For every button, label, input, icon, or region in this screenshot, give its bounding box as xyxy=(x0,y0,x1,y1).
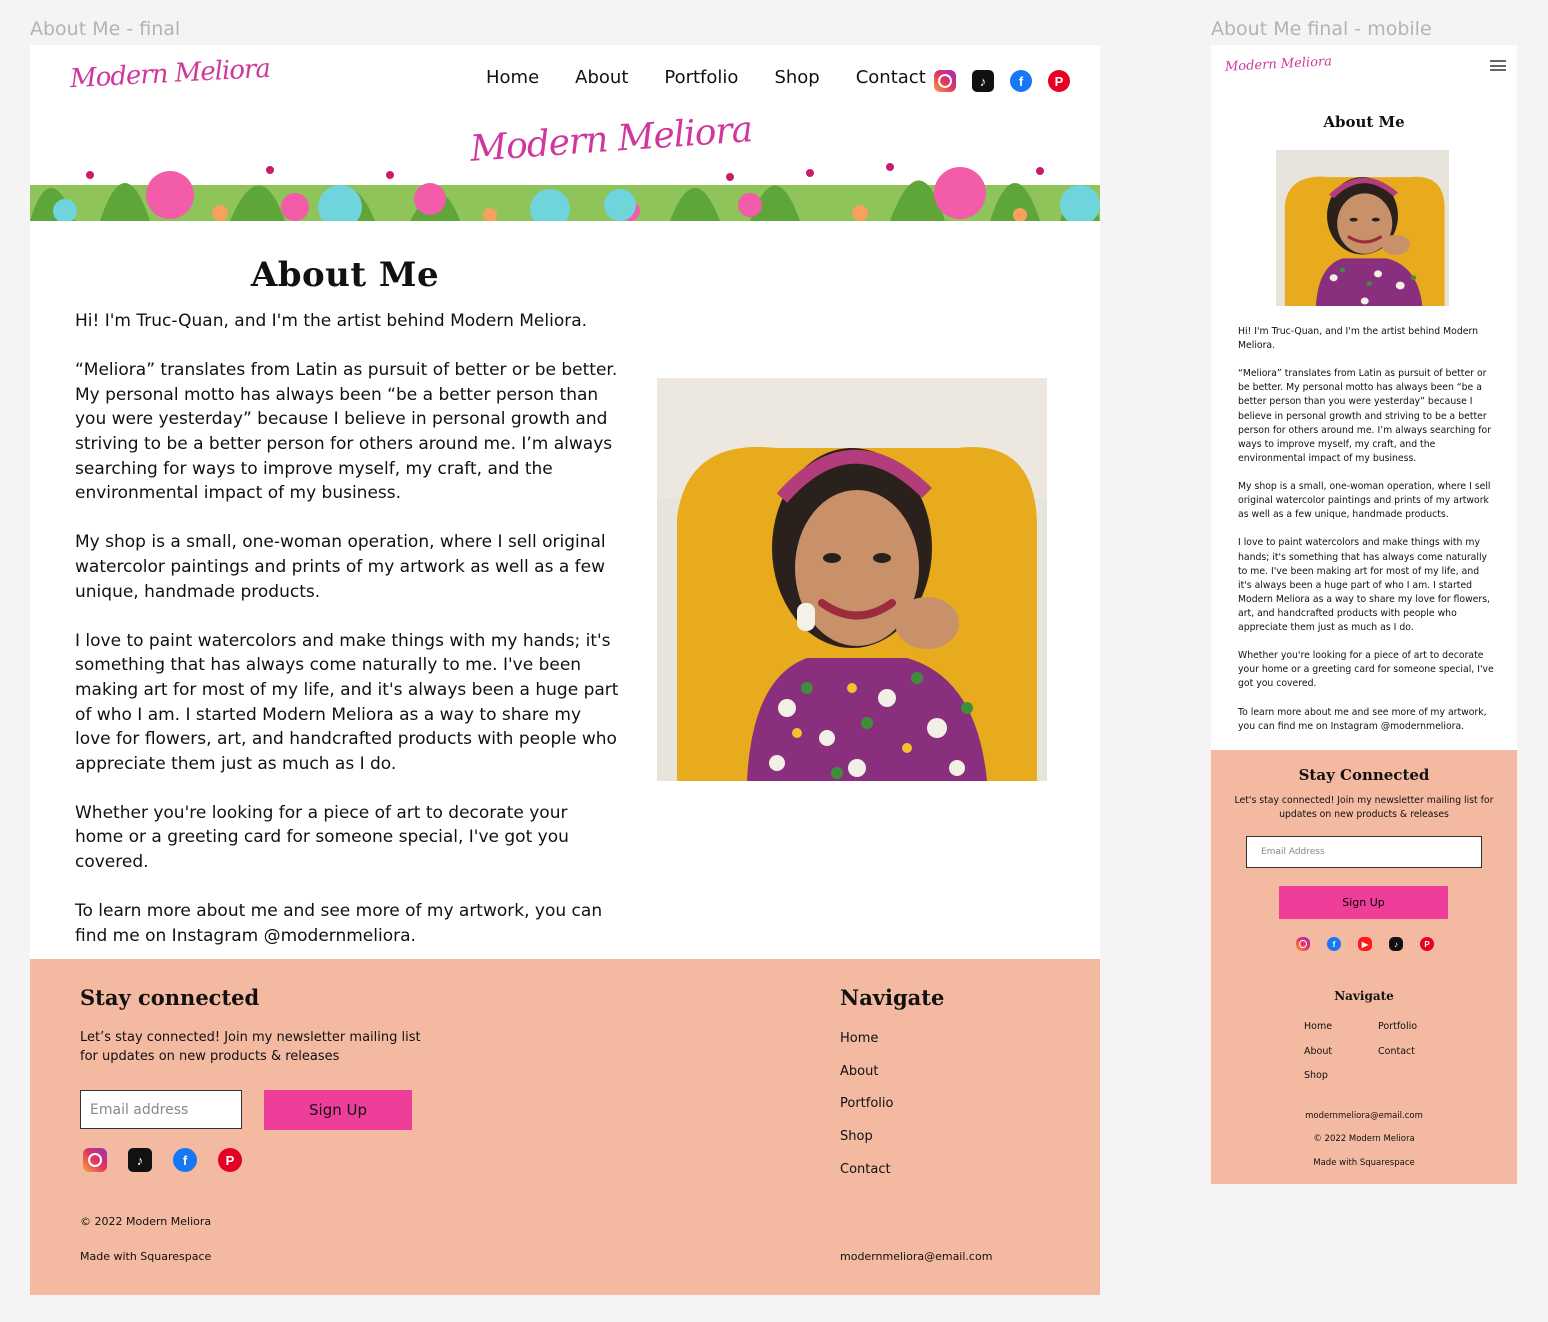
nav-item-portfolio[interactable]: Portfolio xyxy=(664,67,738,88)
tiktok-icon[interactable]: ♪ xyxy=(972,70,994,92)
about-paragraph: “Meliora” translates from Latin as pursu… xyxy=(1238,368,1492,464)
about-paragraph: “Meliora” translates from Latin as pursu… xyxy=(75,360,618,504)
nav-item-shop[interactable]: Shop xyxy=(774,67,819,88)
email-field[interactable] xyxy=(80,1090,242,1129)
email-field[interactable] xyxy=(1246,836,1482,868)
newsletter-heading: Stay connected xyxy=(80,985,260,1010)
about-text: Hi! I'm Truc-Quan, and I'm the artist be… xyxy=(75,309,620,973)
about-paragraph: Whether you're looking for a piece of ar… xyxy=(75,802,569,873)
artist-portrait xyxy=(657,378,1047,781)
about-paragraph: Whether you're looking for a piece of ar… xyxy=(1238,650,1494,690)
frame-label-mobile: About Me final - mobile xyxy=(1211,18,1432,40)
site-footer: Stay connected Let’s stay connected! Joi… xyxy=(30,959,1100,1295)
footer-nav-heading: Navigate xyxy=(1334,989,1394,1003)
facebook-icon[interactable]: f xyxy=(173,1148,197,1172)
footer-social-links: ♪ f P xyxy=(83,1148,242,1172)
main-nav: Home About Portfolio Shop Contact xyxy=(486,67,962,88)
about-paragraph: To learn more about me and see more of m… xyxy=(1238,706,1487,732)
footer-nav-home[interactable]: Home xyxy=(1304,1021,1378,1036)
made-with-link[interactable]: Made with Squarespace xyxy=(1211,1158,1517,1168)
about-paragraph: My shop is a small, one-woman operation,… xyxy=(75,532,606,602)
facebook-icon[interactable]: f xyxy=(1010,70,1032,92)
footer-nav-contact[interactable]: Contact xyxy=(840,1162,893,1195)
footer-nav-heading: Navigate xyxy=(840,985,945,1010)
pinterest-icon[interactable]: P xyxy=(1048,70,1070,92)
instagram-icon[interactable] xyxy=(1296,937,1310,951)
youtube-icon[interactable]: ▶ xyxy=(1358,937,1372,951)
about-paragraph: Hi! I'm Truc-Quan, and I'm the artist be… xyxy=(75,311,588,331)
footer-nav-shop[interactable]: Shop xyxy=(840,1129,893,1162)
artist-portrait xyxy=(1276,150,1449,306)
copyright: © 2022 Modern Meliora xyxy=(80,1215,212,1228)
footer-nav-contact[interactable]: Contact xyxy=(1378,1046,1454,1061)
pinterest-icon[interactable]: P xyxy=(1420,937,1434,951)
nav-item-home[interactable]: Home xyxy=(486,67,539,88)
about-text: Hi! I'm Truc-Quan, and I'm the artist be… xyxy=(1238,325,1494,748)
about-paragraph: I love to paint watercolors and make thi… xyxy=(1238,537,1491,633)
copyright: © 2022 Modern Meliora xyxy=(1313,1134,1415,1144)
about-paragraph: To learn more about me and see more of m… xyxy=(75,901,603,946)
contact-email-link[interactable]: modernmeliora@email.com xyxy=(1211,1111,1517,1121)
footer-nav-shop[interactable]: Shop xyxy=(1304,1070,1378,1085)
page-title: About Me xyxy=(250,255,440,295)
pinterest-icon[interactable]: P xyxy=(218,1148,242,1172)
footer-nav-about[interactable]: About xyxy=(1304,1046,1378,1061)
facebook-icon[interactable]: f xyxy=(1327,937,1341,951)
site-footer: Stay Connected Let's stay connected! Joi… xyxy=(1211,750,1517,1184)
floral-banner: Modern Meliora xyxy=(30,115,1100,221)
newsletter-blurb: Let's stay connected! Join my newsletter… xyxy=(1234,795,1494,820)
site-logo[interactable]: Modern Meliora xyxy=(1225,54,1333,75)
newsletter-blurb: Let’s stay connected! Join my newsletter… xyxy=(80,1030,421,1064)
about-paragraph: My shop is a small, one-woman operation,… xyxy=(1238,481,1491,521)
sign-up-button[interactable]: Sign Up xyxy=(264,1090,412,1130)
site-logo[interactable]: Modern Meliora xyxy=(69,54,270,94)
footer-social-links: f ▶ ♪ P xyxy=(1296,937,1434,951)
tiktok-icon[interactable]: ♪ xyxy=(1389,937,1403,951)
desktop-page: Modern Meliora Home About Portfolio Shop… xyxy=(30,45,1100,1295)
page-title: About Me xyxy=(1323,113,1405,131)
footer-nav-portfolio[interactable]: Portfolio xyxy=(1378,1021,1454,1036)
frame-label-desktop: About Me - final xyxy=(30,18,181,40)
tiktok-icon[interactable]: ♪ xyxy=(128,1148,152,1172)
made-with-link[interactable]: Made with Squarespace xyxy=(80,1250,211,1263)
instagram-icon[interactable] xyxy=(83,1148,107,1172)
footer-nav-about[interactable]: About xyxy=(840,1064,893,1097)
hamburger-menu-icon[interactable] xyxy=(1490,60,1506,71)
nav-item-about[interactable]: About xyxy=(575,67,628,88)
footer-nav: Home Portfolio About Contact Shop xyxy=(1304,1021,1454,1085)
nav-item-contact[interactable]: Contact xyxy=(856,67,926,88)
header-social-links: ♪ f P xyxy=(934,70,1070,92)
contact-email-link[interactable]: modernmeliora@email.com xyxy=(840,1250,992,1263)
about-paragraph: Hi! I'm Truc-Quan, and I'm the artist be… xyxy=(1238,326,1478,352)
about-paragraph: I love to paint watercolors and make thi… xyxy=(75,630,619,774)
footer-nav: Home About Portfolio Shop Contact xyxy=(840,1031,893,1194)
newsletter-heading: Stay Connected xyxy=(1298,766,1430,784)
sign-up-button[interactable]: Sign Up xyxy=(1279,886,1448,919)
mobile-page: Modern Meliora About Me Hi! I'm Truc-Qua… xyxy=(1211,45,1517,1184)
footer-nav-home[interactable]: Home xyxy=(840,1031,893,1064)
instagram-icon[interactable] xyxy=(934,70,956,92)
footer-nav-portfolio[interactable]: Portfolio xyxy=(840,1096,893,1129)
